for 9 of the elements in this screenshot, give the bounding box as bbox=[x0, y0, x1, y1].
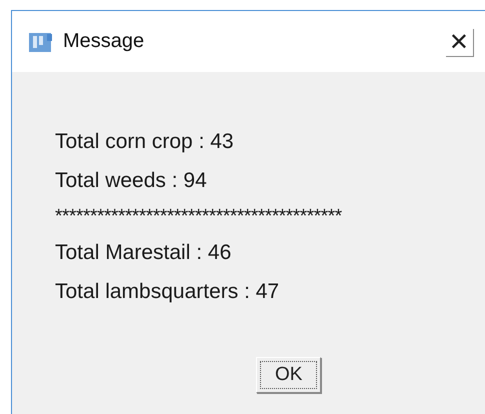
separator-text: ***************************************** bbox=[55, 205, 343, 229]
ok-button[interactable]: OK bbox=[256, 357, 322, 393]
window-title: Message bbox=[63, 30, 144, 53]
message-line: Total corn crop : 43 bbox=[55, 129, 235, 155]
message-line: Total lambsquarters : 47 bbox=[55, 279, 280, 305]
app-icon bbox=[29, 30, 53, 52]
message-line: Total Marestail : 46 bbox=[55, 240, 232, 266]
message-line: Total weeds : 94 bbox=[55, 168, 208, 194]
close-button[interactable]: ✕ bbox=[444, 28, 473, 56]
